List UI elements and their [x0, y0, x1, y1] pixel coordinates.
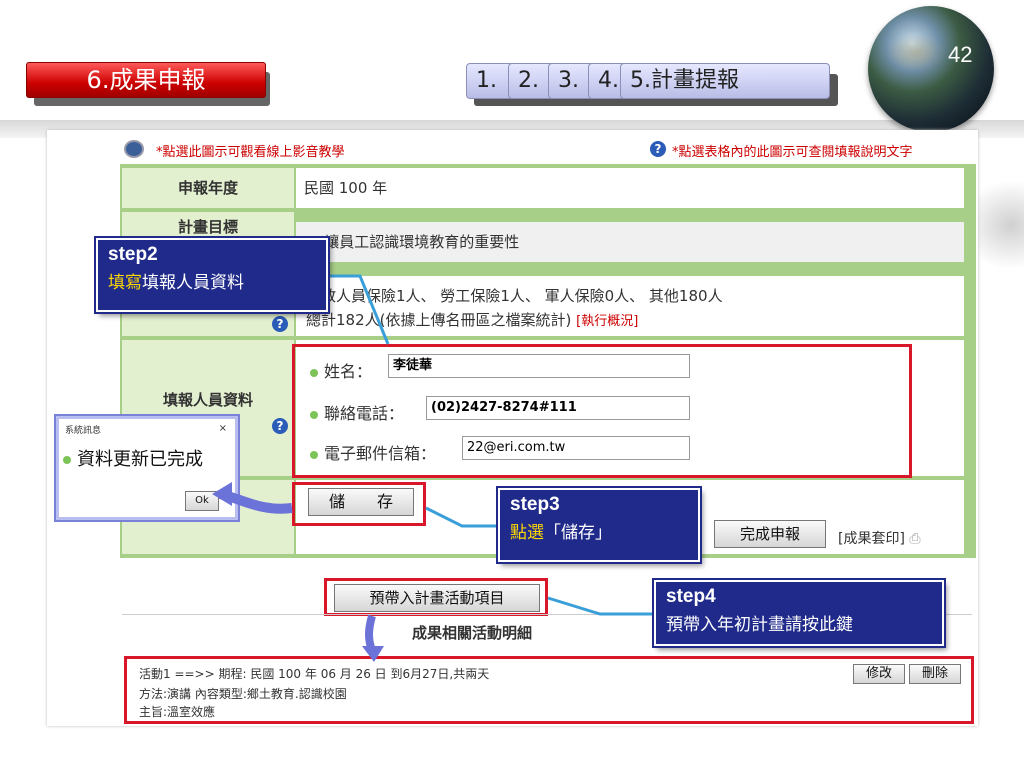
execution-link[interactable]: [執行概況] [576, 314, 638, 329]
step4-desc: 預帶入年初計畫請按此鍵 [666, 615, 853, 635]
dialog-title: 系統訊息 [65, 426, 102, 436]
year-value: 民國 100 年 [296, 168, 964, 208]
step3-rest: 「儲存」 [544, 523, 612, 543]
people-value: 公教人員保險1人、 勞工保險1人、 軍人保險0人、 其他180人 總計182人(… [296, 276, 964, 336]
goal-label-text: 計畫目標 [177, 218, 238, 236]
dialog-message: 資料更新已完成 [77, 449, 203, 470]
step2-callout: step2 填寫填報人員資料 [96, 238, 328, 312]
reporter-help-icon[interactable]: ? [272, 418, 288, 434]
people-line-2: 總計182人(依據上傳名冊區之檔案統計) [306, 311, 572, 329]
step4-callout: step4 預帶入年初計畫請按此鍵 [654, 580, 944, 646]
activity-line-3: 主旨:溫室效應 [139, 705, 216, 719]
people-line-1: 公教人員保險1人、 勞工保險1人、 軍人保險0人、 其他180人 [306, 287, 723, 305]
goal-value: ☑ 讓員工認識環境教育的重要性 [296, 222, 964, 262]
year-label: 申報年度 [122, 168, 294, 208]
close-icon[interactable]: × [219, 423, 227, 434]
system-message-dialog: 系統訊息 × 資料更新已完成 Ok [56, 416, 238, 520]
people-help-icon[interactable]: ? [272, 316, 288, 332]
activity-line-2: 方法:演講 內容類型:鄉土教育.認識校園 [139, 687, 347, 701]
dialog-message-row: 資料更新已完成 [59, 439, 235, 471]
step2-title: step2 [108, 244, 158, 265]
help-hint-text: *點選表格內的此圖示可查閱填報說明文字 [672, 145, 913, 160]
step4-title: step4 [666, 586, 716, 607]
printer-icon[interactable]: ⎙ [909, 531, 920, 547]
bullet-icon [63, 456, 71, 464]
people-line-2-wrap: 總計182人(依據上傳名冊區之檔案統計) [執行概況] [306, 308, 954, 334]
print-link-text[interactable]: [成果套印] [838, 531, 905, 547]
dialog-header: 系統訊息 × [59, 419, 235, 439]
delete-button[interactable]: 刪除 [909, 664, 961, 684]
save-highlight [292, 482, 426, 526]
edit-button[interactable]: 修改 [853, 664, 905, 684]
activity-detail: 活動1 ==>> 期程: 民國 100 年 06 月 26 日 到6月27日,共… [124, 656, 974, 724]
slide-title: 6.成果申報 [26, 62, 266, 98]
video-hint-text: *點選此圖示可觀看線上影音教學 [156, 145, 345, 160]
slide: 42 6.成果申報 1. 2. 3. 4. 5.計畫提報 *點選此圖示可觀看線上… [0, 0, 1024, 768]
tab-step-1[interactable]: 1. [466, 63, 514, 99]
step3-callout: step3 點選「儲存」 [498, 488, 700, 562]
help-icon[interactable]: ? [650, 141, 666, 157]
globe-image [868, 6, 994, 132]
print-link[interactable]: [成果套印] ⎙ [838, 528, 921, 548]
step2-rest: 填報人員資料 [142, 273, 244, 293]
tab-step-5[interactable]: 5.計畫提報 [620, 63, 830, 99]
hint-bar: *點選此圖示可觀看線上影音教學 ? *點選表格內的此圖示可查閱填報說明文字 [120, 136, 978, 164]
ok-button[interactable]: Ok [185, 491, 219, 511]
import-highlight [324, 578, 548, 616]
activity-heading: 成果相關活動明細 [412, 624, 533, 642]
step3-title: step3 [510, 494, 560, 515]
step3-desc: 點選「儲存」 [510, 518, 688, 543]
step2-highlight: 填寫 [108, 273, 142, 293]
page-number: 42 [948, 42, 973, 67]
reporter-label-text: 填報人員資料 [162, 391, 253, 409]
complete-report-button[interactable]: 完成申報 [714, 520, 826, 548]
reporter-highlight [292, 344, 912, 478]
activity-line-1: 活動1 ==>> 期程: 民國 100 年 06 月 26 日 到6月27日,共… [139, 667, 490, 681]
video-tutorial-icon[interactable] [124, 140, 144, 158]
step3-highlight: 點選 [510, 523, 544, 543]
step2-desc: 填寫填報人員資料 [108, 268, 316, 293]
